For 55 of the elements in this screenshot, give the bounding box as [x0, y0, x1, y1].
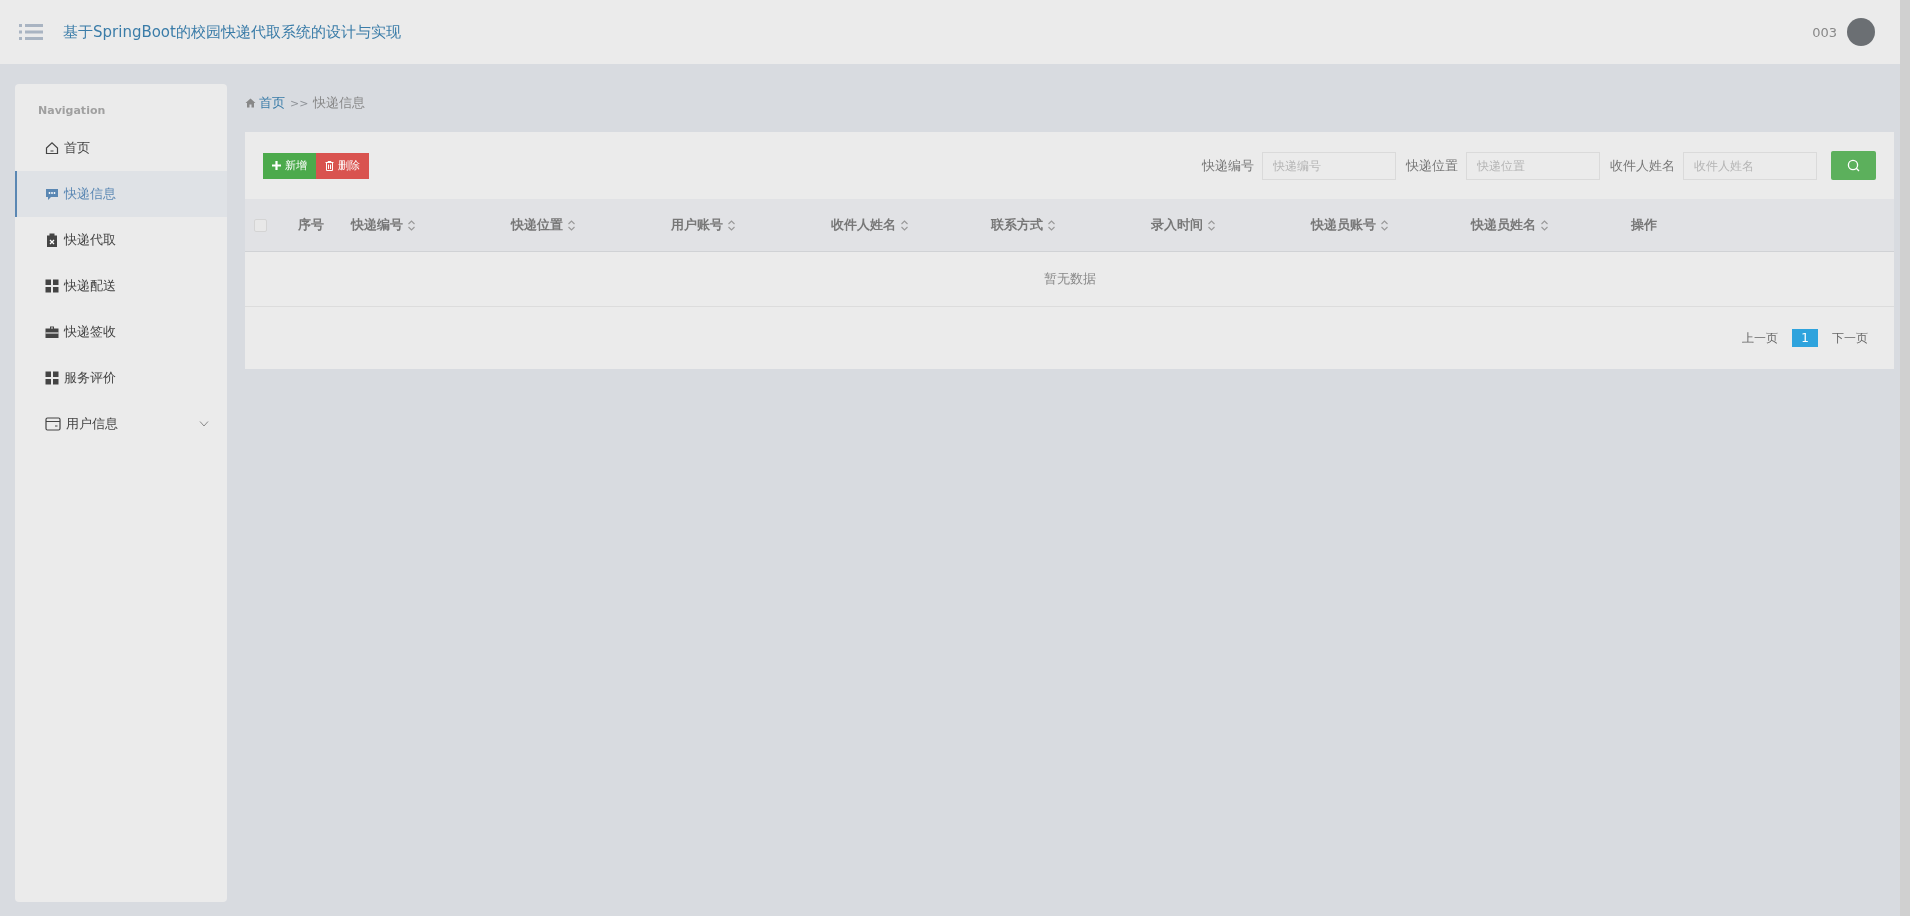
nav-item[interactable]: 用户信息 — [15, 401, 227, 447]
column-header[interactable]: 快递位置 — [511, 216, 563, 234]
sort-icon[interactable] — [1381, 219, 1388, 231]
sort-icon[interactable] — [1048, 219, 1055, 231]
clipboard-icon — [45, 233, 59, 247]
sort-icon[interactable] — [901, 219, 908, 231]
sort-icon[interactable] — [1208, 219, 1215, 231]
plus-icon — [272, 161, 281, 170]
search-icon — [1847, 159, 1860, 172]
next-page-link[interactable]: 下一页 — [1832, 329, 1868, 347]
column-header[interactable]: 快递员姓名 — [1471, 216, 1536, 234]
breadcrumb-link[interactable]: 首页 — [259, 94, 285, 112]
sort-icon[interactable] — [568, 219, 575, 231]
breadcrumb-current: 快递信息 — [313, 94, 366, 112]
scrollbar[interactable] — [1900, 0, 1910, 916]
prev-page-link[interactable]: 上一页 — [1742, 329, 1779, 347]
avatar[interactable] — [1847, 18, 1875, 46]
nav-heading: Navigation — [37, 104, 107, 117]
column-header[interactable]: 用户账号 — [671, 216, 723, 234]
briefcase-icon — [45, 325, 59, 339]
nav-item[interactable]: 首页 — [15, 125, 227, 171]
column-header: 序号 — [298, 216, 324, 234]
sort-icon[interactable] — [728, 219, 735, 231]
empty-message: 暂无数据 — [245, 252, 1894, 307]
sort-icon[interactable] — [408, 219, 415, 231]
grid-icon — [45, 371, 59, 385]
nav-item[interactable]: 快递代取 — [15, 217, 227, 263]
search-button[interactable] — [1831, 151, 1876, 180]
delete-button[interactable]: 删除 — [316, 152, 369, 179]
column-header[interactable]: 收件人姓名 — [831, 216, 896, 234]
breadcrumb-separator: >> — [290, 96, 309, 110]
column-header[interactable]: 快递员账号 — [1311, 216, 1376, 234]
user-name[interactable]: 003 — [1812, 24, 1837, 40]
nav-item[interactable]: 服务评价 — [15, 355, 227, 401]
grid-icon — [45, 279, 59, 293]
add-button[interactable]: 新增 — [263, 152, 316, 179]
column-header[interactable]: 联系方式 — [991, 216, 1043, 234]
sort-icon[interactable] — [1541, 219, 1548, 231]
search-label: 快递位置 — [1406, 156, 1458, 175]
column-header[interactable]: 录入时间 — [1151, 216, 1203, 234]
menu-icon[interactable] — [19, 23, 43, 41]
card-icon — [45, 417, 61, 431]
nav-item[interactable]: 快递配送 — [15, 263, 227, 309]
search-label: 快递编号 — [1202, 156, 1254, 175]
home-icon — [45, 141, 59, 155]
chat-icon — [45, 187, 59, 201]
page-number[interactable]: 1 — [1792, 329, 1818, 347]
search-label: 收件人姓名 — [1610, 156, 1675, 175]
column-header[interactable]: 快递编号 — [351, 216, 403, 234]
app-title: 基于SpringBoot的校园快递代取系统的设计与实现 — [63, 22, 401, 42]
nav-item[interactable]: 快递信息 — [15, 171, 227, 217]
home-icon — [245, 98, 256, 108]
column-header: 操作 — [1631, 216, 1657, 234]
nav-item[interactable]: 快递签收 — [15, 309, 227, 355]
trash-icon — [325, 160, 334, 171]
